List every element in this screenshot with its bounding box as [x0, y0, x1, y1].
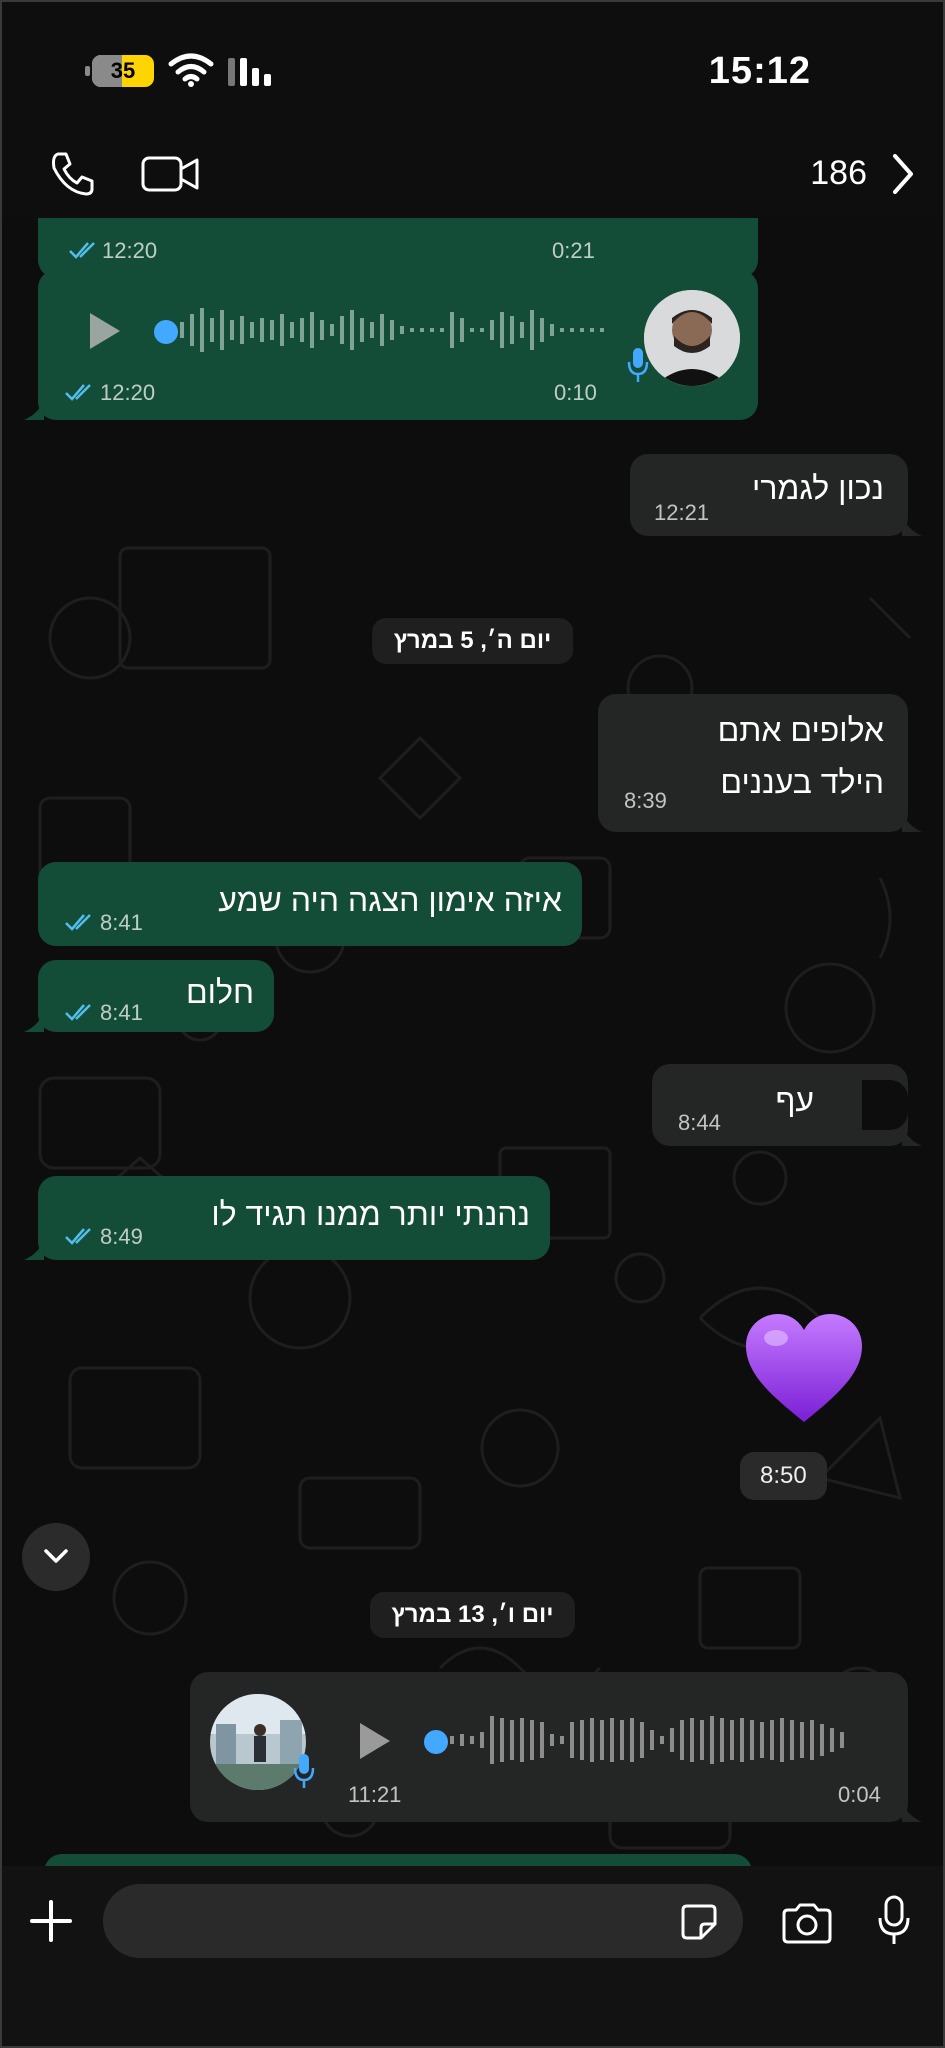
double-check-icon [65, 914, 91, 931]
message-bubble-outgoing[interactable]: חלום 8:41 [24, 960, 274, 1032]
date-separator: יום ה׳, 5 במרץ [371, 618, 574, 664]
message-bubble-incoming[interactable]: עף 8:44 [652, 1064, 922, 1146]
signal-bars-icon [228, 58, 271, 86]
message-time: 8:44 [678, 1110, 721, 1135]
double-check-icon [69, 242, 95, 259]
message-text: חלום [185, 974, 254, 1010]
message-text: עף [775, 1082, 814, 1118]
message-bubble-outgoing[interactable]: איזה אימון הצגה היה שמע 8:41 [38, 862, 582, 946]
scroll-to-bottom-button[interactable] [22, 1523, 90, 1591]
message-input[interactable] [103, 1884, 743, 1958]
microphone-icon [293, 1754, 315, 1788]
unread-count[interactable]: 186 [810, 148, 867, 198]
battery-indicator: 35 [85, 55, 154, 87]
message-time: 12:20 [100, 380, 156, 405]
microphone-icon [627, 348, 649, 382]
message-text: נהנתי יותר ממנו תגיד לו [211, 1196, 530, 1232]
chevron-right-icon[interactable] [889, 152, 917, 196]
video-call-icon[interactable] [140, 148, 202, 198]
voice-message-bubble-incoming[interactable]: 11:21 0:04 [190, 1672, 922, 1822]
microphone-icon[interactable] [876, 1894, 912, 1946]
message-time: 11:21 [348, 1782, 402, 1807]
battery-level: 35 [110, 58, 136, 83]
chat-header: 186 [0, 138, 945, 218]
message-time: 8:50 [740, 1452, 827, 1500]
message-text-line1: אלופים אתם [717, 712, 884, 748]
contact-avatar[interactable] [644, 290, 740, 386]
message-text: נכון לגמרי [752, 470, 884, 506]
message-time: 12:21 [654, 500, 710, 525]
chat-area[interactable]: 12:20 0:21 12:20 0:10 נכון לגמרי 12:21 י… [0, 218, 945, 1866]
double-check-icon [65, 1228, 91, 1245]
double-check-icon [65, 384, 91, 401]
play-icon[interactable] [356, 1720, 394, 1762]
clock: 15:12 [708, 50, 811, 92]
message-input-bar [0, 1866, 945, 2048]
message-text: איזה אימון הצגה היה שמע [218, 882, 562, 918]
camera-icon[interactable] [780, 1902, 834, 1944]
wifi-icon [168, 53, 214, 87]
sticker-icon[interactable] [679, 1902, 719, 1942]
message-bubble-incoming[interactable]: אלופים אתם הילד בעננים 8:39 [598, 694, 922, 832]
message-time: 8:41 [100, 1000, 143, 1025]
reaction-shape [862, 1080, 908, 1130]
voice-duration: 0:04 [838, 1782, 881, 1807]
voice-waveform[interactable] [448, 1710, 868, 1770]
voice-message-bubble[interactable]: 12:20 0:10 [24, 270, 758, 420]
message-bubble-incoming[interactable]: נכון לגמרי 12:21 [630, 454, 922, 536]
voice-waveform[interactable] [178, 300, 638, 360]
chevron-down-icon [44, 1549, 68, 1563]
message-bubble-outgoing-partial[interactable] [44, 1854, 752, 1866]
message-bubble-outgoing[interactable]: נהנתי יותר ממנו תגיד לו 8:49 [24, 1176, 550, 1260]
purple-heart-emoji[interactable] [742, 1310, 866, 1426]
message-text-line2: הילד בעננים [720, 764, 884, 800]
date-separator: יום ו׳, 13 במרץ [369, 1592, 576, 1638]
message-time: 8:41 [100, 910, 143, 935]
status-bar: 35 15:12 [0, 0, 945, 138]
voice-progress-dot[interactable] [154, 320, 178, 344]
voice-progress-dot[interactable] [424, 1730, 448, 1754]
message-time: 12:20 [102, 238, 158, 263]
voice-duration: 0:10 [554, 380, 597, 405]
message-time: 8:49 [100, 1224, 143, 1249]
voice-message-bubble-partial[interactable]: 12:20 0:21 [38, 218, 758, 278]
voice-duration: 0:21 [552, 238, 595, 263]
phone-icon[interactable] [48, 148, 98, 198]
plus-icon[interactable] [28, 1898, 74, 1944]
double-check-icon [65, 1004, 91, 1021]
play-icon[interactable] [86, 310, 124, 352]
message-time: 8:39 [624, 788, 667, 813]
